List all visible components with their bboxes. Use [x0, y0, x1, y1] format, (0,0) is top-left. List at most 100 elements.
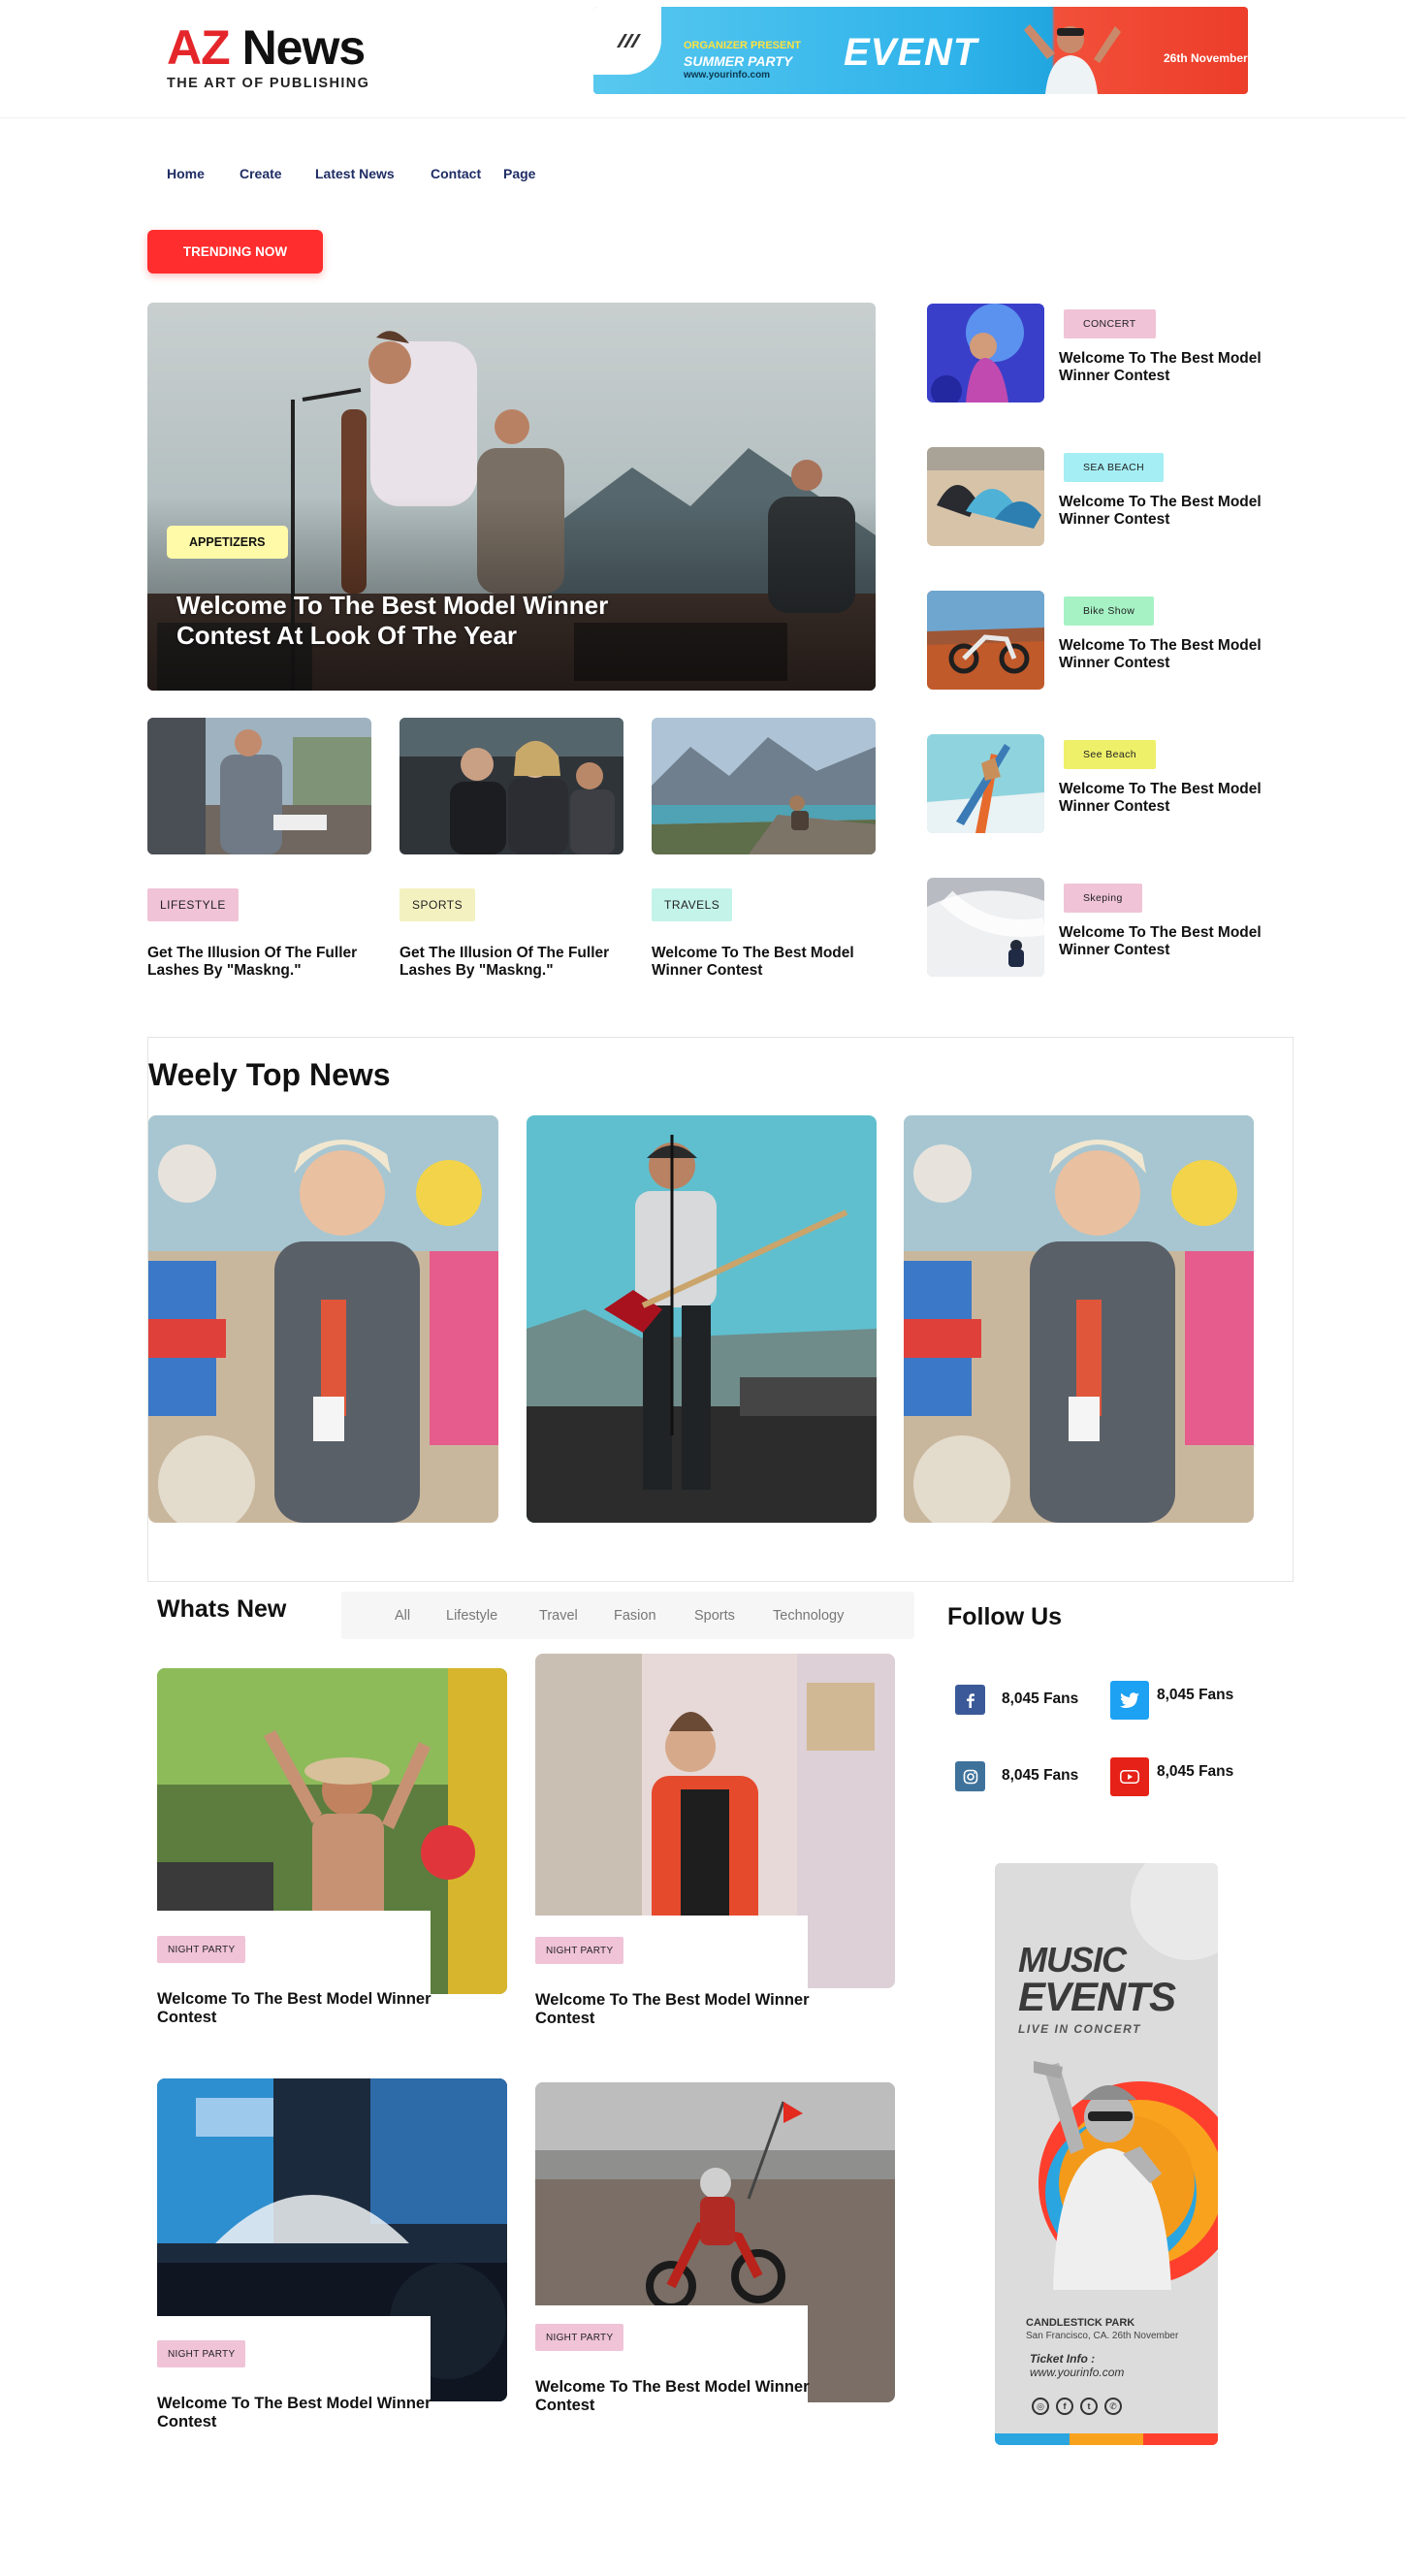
ad-ticket-label: Ticket Info : [1030, 2352, 1096, 2366]
follow-instagram[interactable]: 8,045 Fans [955, 1761, 1110, 1800]
side-article-image [927, 304, 1044, 402]
logo-wordmark: AZ News [167, 21, 369, 74]
side-article-image [927, 447, 1044, 546]
side-article-skeping[interactable]: Skeping Welcome To The Best Model Winner… [927, 878, 1276, 977]
nav-latest-news[interactable]: Latest News [315, 166, 395, 181]
whats-new-card[interactable]: NIGHT PARTY Welcome To The Best Model Wi… [157, 1668, 508, 2027]
small-card-image [399, 718, 623, 854]
whats-new-card-tag[interactable]: NIGHT PARTY [535, 1937, 624, 1964]
side-article-tag[interactable]: Bike Show [1064, 596, 1155, 626]
small-card-travels[interactable]: TRAVELS Welcome To The Best Model Winner… [652, 718, 876, 979]
site-header: AZ News THE ART OF PUBLISHING ORGANIZER … [0, 0, 1406, 118]
banner-person-image [1024, 24, 1121, 94]
ad-social-icons: ◎ f t ✆ [1032, 2398, 1122, 2415]
weekly-card-image [904, 1115, 1254, 1523]
nav-contact[interactable]: Contact [431, 166, 481, 181]
filter-sports[interactable]: Sports [694, 1608, 735, 1624]
whats-new-card-tag[interactable]: NIGHT PARTY [157, 2340, 246, 2367]
weekly-card[interactable] [148, 1115, 498, 1523]
filter-travel[interactable]: Travel [539, 1608, 578, 1624]
logo-news: News [241, 20, 367, 75]
weekly-top-news-section: Weely Top News [147, 1037, 1294, 1582]
weekly-card-image [148, 1115, 498, 1523]
ad-url: www.yourinfo.com [1030, 2366, 1125, 2379]
ad-venue: CANDLESTICK PARK [1026, 2317, 1135, 2329]
small-card-title[interactable]: Welcome To The Best Model Winner Contest [652, 945, 884, 980]
organizer-logo-icon [593, 7, 661, 75]
nav-page[interactable]: Page [503, 166, 535, 181]
side-article-concert[interactable]: CONCERT Welcome To The Best Model Winner… [927, 304, 1276, 402]
twitter-fans-count: 8,045 Fans [1157, 1687, 1234, 1703]
weekly-card-image [527, 1115, 877, 1523]
whats-new-card[interactable]: NIGHT PARTY Welcome To The Best Model Wi… [535, 2082, 895, 2431]
filter-technology[interactable]: Technology [773, 1608, 844, 1624]
banner-event: EVENT [844, 31, 978, 74]
nav-home[interactable]: Home [167, 166, 205, 181]
filter-fasion[interactable]: Fasion [614, 1608, 656, 1624]
youtube-icon[interactable] [1110, 1757, 1149, 1796]
whats-new-card-tag[interactable]: NIGHT PARTY [157, 1936, 246, 1963]
ad-color-stripe [995, 2433, 1218, 2445]
whats-new-card-title[interactable]: Welcome To The Best Model Winner Contest [535, 2378, 846, 2415]
instagram-icon: ◎ [1032, 2398, 1049, 2415]
follow-youtube[interactable]: 8,045 Fans [1110, 1757, 1265, 1796]
side-article-tag[interactable]: SEA BEACH [1064, 453, 1165, 482]
facebook-icon: f [1056, 2398, 1073, 2415]
header-ad-banner[interactable]: ORGANIZER PRESENT SUMMER PARTY www.youri… [593, 7, 1248, 94]
facebook-icon[interactable] [955, 1685, 985, 1715]
small-card-lifestyle[interactable]: LIFESTYLE Get The Illusion Of The Fuller… [147, 718, 371, 979]
category-filter-bar: All Lifestyle Travel Fasion Sports Techn… [341, 1592, 914, 1639]
nav-create[interactable]: Create [240, 166, 282, 181]
filter-lifestyle[interactable]: Lifestyle [446, 1608, 497, 1624]
small-card-tag[interactable]: TRAVELS [652, 888, 733, 921]
side-article-see-beach[interactable]: See Beach Welcome To The Best Model Winn… [927, 734, 1276, 833]
small-card-tag[interactable]: SPORTS [399, 888, 476, 921]
small-card-title[interactable]: Get The Illusion Of The Fuller Lashes By… [147, 945, 380, 980]
site-logo[interactable]: AZ News THE ART OF PUBLISHING [167, 21, 369, 91]
side-article-sea-beach[interactable]: SEA BEACH Welcome To The Best Model Winn… [927, 447, 1276, 546]
hero-featured-article[interactable]: APPETIZERS Welcome To The Best Model Win… [147, 303, 876, 691]
side-article-title[interactable]: Welcome To The Best Model Winner Contest [1059, 494, 1292, 529]
hero-title[interactable]: Welcome To The Best Model Winner Contest… [176, 591, 681, 651]
small-card-title[interactable]: Get The Illusion Of The Fuller Lashes By… [399, 945, 632, 980]
follow-twitter[interactable]: 8,045 Fans [1110, 1681, 1265, 1720]
banner-organizer: ORGANIZER PRESENT [684, 40, 802, 51]
small-card-sports[interactable]: SPORTS Get The Illusion Of The Fuller La… [399, 718, 623, 979]
side-article-tag[interactable]: See Beach [1064, 740, 1156, 769]
filter-all[interactable]: All [395, 1608, 410, 1624]
music-events-ad[interactable]: MUSIC EVENTS LIVE IN CONCERT CANDLESTICK… [995, 1863, 1218, 2445]
instagram-fans-count: 8,045 Fans [1002, 1767, 1079, 1784]
side-article-title[interactable]: Welcome To The Best Model Winner Contest [1059, 350, 1292, 385]
whatsapp-icon: ✆ [1104, 2398, 1122, 2415]
side-article-image [927, 878, 1044, 977]
whats-new-card-title[interactable]: Welcome To The Best Model Winner Contest [535, 1991, 846, 2028]
side-article-title[interactable]: Welcome To The Best Model Winner Contest [1059, 781, 1292, 816]
ad-address: San Francisco, CA. 26th November [1026, 2331, 1179, 2341]
follow-facebook[interactable]: 8,045 Fans [955, 1685, 1110, 1723]
small-card-tag[interactable]: LIFESTYLE [147, 888, 239, 921]
small-card-image [147, 718, 371, 854]
side-article-tag[interactable]: Skeping [1064, 884, 1142, 913]
side-article-title[interactable]: Welcome To The Best Model Winner Contest [1059, 924, 1292, 959]
facebook-fans-count: 8,045 Fans [1002, 1690, 1079, 1707]
whats-new-card[interactable]: NIGHT PARTY Welcome To The Best Model Wi… [535, 1654, 895, 2032]
weekly-section-title: Weely Top News [148, 1057, 391, 1092]
whats-new-card-tag[interactable]: NIGHT PARTY [535, 2324, 624, 2351]
hero-category-tag[interactable]: APPETIZERS [167, 526, 288, 559]
trending-now-button[interactable]: TRENDING NOW [147, 230, 323, 274]
twitter-icon[interactable] [1110, 1681, 1149, 1720]
weekly-card[interactable] [904, 1115, 1254, 1523]
side-article-title[interactable]: Welcome To The Best Model Winner Contest [1059, 637, 1292, 672]
twitter-icon: t [1080, 2398, 1098, 2415]
ad-subtitle: LIVE IN CONCERT [1018, 2022, 1141, 2036]
whats-new-card-title[interactable]: Welcome To The Best Model Winner Contest [157, 2395, 467, 2431]
weekly-card[interactable] [527, 1115, 877, 1523]
instagram-icon[interactable] [955, 1761, 985, 1791]
banner-url: www.yourinfo.com [684, 70, 771, 80]
whats-new-card-title[interactable]: Welcome To The Best Model Winner Contest [157, 1990, 467, 2027]
side-article-bike-show[interactable]: Bike Show Welcome To The Best Model Winn… [927, 591, 1276, 690]
logo-tagline: THE ART OF PUBLISHING [167, 76, 370, 91]
side-article-tag[interactable]: CONCERT [1064, 309, 1156, 338]
whats-new-card[interactable]: NIGHT PARTY Welcome To The Best Model Wi… [157, 2078, 508, 2437]
whats-new-title: Whats New [157, 1595, 287, 1623]
